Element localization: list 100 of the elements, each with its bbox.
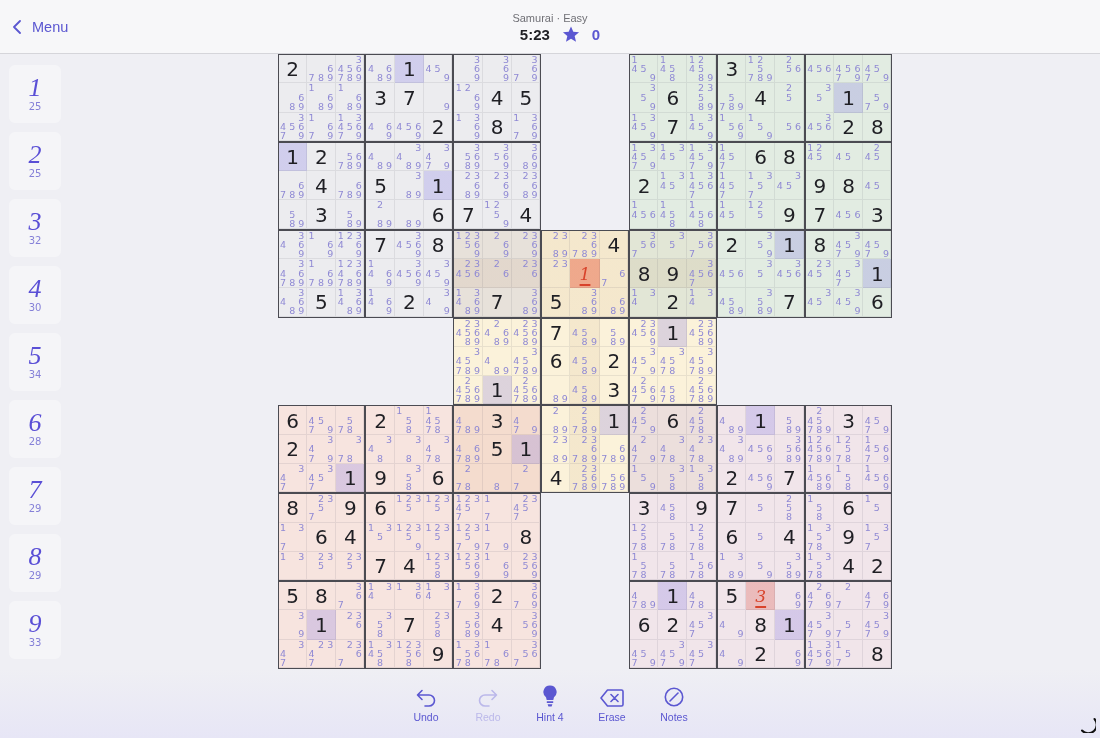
sudoku-cell[interactable]: 1 3 4 6 8 9 [453, 288, 483, 318]
sudoku-cell[interactable]: 4 5 7 9 [628, 639, 659, 669]
sudoku-cell[interactable]: 1 [658, 317, 688, 347]
sudoku-cell[interactable]: 4 5 6 7 9 [833, 54, 864, 84]
sudoku-cell[interactable]: 4 5 8 9 [570, 346, 600, 377]
sudoku-cell[interactable]: 5 8 9 [277, 200, 307, 230]
sudoku-cell[interactable]: 3 7 8 [336, 434, 366, 464]
sudoku-cell[interactable]: 2 [394, 288, 424, 318]
sudoku-cell[interactable]: 1 2 3 5 7 9 [453, 522, 483, 552]
sudoku-cell[interactable]: 2 [746, 639, 776, 669]
sudoku-cell[interactable]: 1 2 3 5 6 9 [453, 229, 483, 259]
sudoku-cell[interactable]: 2 3 6 8 9 [511, 171, 542, 201]
sudoku-cell[interactable]: 8 9 [541, 376, 571, 406]
sudoku-cell[interactable]: 2 3 5 6 7 8 9 [570, 463, 600, 494]
sudoku-cell[interactable]: 3 4 6 9 [277, 229, 307, 259]
sudoku-cell[interactable]: 6 [277, 405, 307, 435]
sudoku-cell[interactable]: 2 5 [775, 83, 805, 113]
sudoku-cell[interactable]: 3 5 9 [628, 83, 659, 113]
sudoku-cell[interactable]: 4 5 9 [423, 54, 454, 84]
sudoku-cell[interactable]: 2 8 9 [365, 200, 395, 230]
sudoku-cell[interactable]: 3 6 7 9 [511, 54, 542, 84]
sudoku-cell[interactable]: 5 7 8 [336, 405, 366, 435]
sudoku-cell[interactable]: 3 [599, 376, 629, 406]
sudoku-cell[interactable]: 2 3 6 9 [482, 171, 512, 201]
sudoku-cell[interactable]: 3 4 5 6 7 9 [277, 112, 307, 142]
sudoku-cell[interactable]: 4 5 7 9 [863, 54, 893, 84]
sudoku-cell[interactable]: 3 4 5 7 [687, 610, 717, 640]
sudoku-cell[interactable]: 1 4 5 [716, 200, 747, 230]
sudoku-cell[interactable]: 3 4 5 9 [833, 288, 864, 318]
sudoku-cell[interactable]: 1 [277, 141, 307, 172]
sudoku-cell[interactable]: 7 [541, 317, 571, 347]
sudoku-cell[interactable]: 3 4 5 7 8 9 [453, 346, 483, 377]
sudoku-cell[interactable]: 7 [658, 112, 688, 142]
sudoku-cell[interactable]: 5 [306, 288, 337, 318]
sudoku-cell[interactable]: 1 [306, 610, 337, 640]
sudoku-cell[interactable]: 1 4 5 6 9 [863, 463, 893, 494]
sudoku-cell[interactable]: 1 [775, 229, 805, 259]
sudoku-cell[interactable]: 4 5 7 9 [306, 405, 337, 435]
sudoku-cell[interactable]: 4 6 7 8 9 [453, 434, 483, 464]
sudoku-cell[interactable]: 3 6 8 9 [511, 288, 542, 318]
sudoku-cell[interactable]: 1 2 5 7 8 [687, 522, 717, 552]
sudoku-cell[interactable]: 1 3 4 5 [658, 141, 688, 172]
sudoku-cell[interactable]: 3 [482, 405, 512, 435]
sudoku-cell[interactable]: 2 4 5 [863, 141, 893, 172]
sudoku-cell[interactable]: 1 2 3 4 5 7 [453, 493, 483, 523]
sudoku-cell[interactable]: 2 [277, 434, 307, 464]
sudoku-cell[interactable]: 1 4 5 6 7 9 [863, 434, 893, 464]
sudoku-cell[interactable]: 7 [394, 83, 424, 113]
sudoku-cell[interactable]: 1 3 4 [687, 288, 717, 318]
sudoku-cell[interactable]: 1 2 5 7 8 [628, 522, 659, 552]
sudoku-cell[interactable]: 3 5 6 8 9 [775, 434, 805, 464]
sudoku-cell[interactable]: 3 5 9 [746, 229, 776, 259]
sudoku-cell[interactable]: 1 5 8 [804, 493, 834, 523]
sudoku-cell[interactable]: 4 5 6 [804, 54, 834, 84]
sudoku-cell[interactable]: 3 [306, 200, 337, 230]
sudoku-cell[interactable]: 2 4 5 6 7 8 9 [453, 376, 483, 406]
sudoku-cell[interactable]: 1 3 4 [365, 581, 395, 611]
sudoku-cell[interactable]: 1 [423, 171, 454, 201]
sudoku-cell[interactable]: 4 6 8 9 [365, 54, 395, 84]
sudoku-cell[interactable]: 6 [541, 346, 571, 377]
sudoku-cell[interactable]: 6 [833, 493, 864, 523]
sudoku-cell[interactable]: 3 [716, 54, 747, 84]
sudoku-cell[interactable]: 5 7 9 [863, 83, 893, 113]
sudoku-cell[interactable]: 4 [746, 83, 776, 113]
sudoku-cell[interactable]: 2 4 5 6 7 9 [628, 376, 659, 406]
sudoku-cell[interactable]: 3 4 5 6 7 [687, 258, 717, 289]
sudoku-cell[interactable]: 8 [863, 112, 893, 142]
sudoku-cell[interactable]: 2 4 5 7 8 9 [804, 405, 834, 435]
sudoku-cell[interactable]: 1 [570, 258, 600, 289]
sudoku-cell[interactable]: 7 [775, 288, 805, 318]
sudoku-cell[interactable]: 3 5 [804, 83, 834, 113]
sudoku-cell[interactable]: 1 3 4 [628, 288, 659, 318]
sudoku-cell[interactable]: 5 [511, 83, 542, 113]
sudoku-cell[interactable]: 2 [482, 581, 512, 611]
sudoku-cell[interactable]: 4 7 8 [687, 581, 717, 611]
sudoku-cell[interactable]: 2 3 6 7 8 9 [570, 434, 600, 464]
sudoku-cell[interactable]: 1 3 5 7 [746, 171, 776, 201]
sudoku-cell[interactable]: 3 4 5 6 [775, 258, 805, 289]
sudoku-cell[interactable]: 4 5 8 [658, 493, 688, 523]
number-key[interactable]: 3 32 [9, 199, 61, 257]
sudoku-cell[interactable]: 2 4 6 7 9 [804, 581, 834, 611]
sudoku-cell[interactable]: 6 [658, 83, 688, 113]
sudoku-cell[interactable]: 1 5 9 [746, 112, 776, 142]
sudoku-cell[interactable]: 1 7 [482, 493, 512, 523]
sudoku-cell[interactable]: 1 5 7 8 [628, 551, 659, 582]
sudoku-cell[interactable]: 4 [541, 463, 571, 494]
sudoku-cell[interactable]: 3 4 5 6 7 8 9 [336, 54, 366, 84]
sudoku-cell[interactable]: 2 5 7 8 9 [570, 405, 600, 435]
sudoku-cell[interactable]: 2 3 4 7 8 [687, 434, 717, 464]
sudoku-cell[interactable]: 8 [277, 493, 307, 523]
sudoku-cell[interactable]: 3 4 5 7 8 [658, 346, 688, 377]
sudoku-cell[interactable]: 2 3 6 7 8 9 [570, 229, 600, 259]
sudoku-cell[interactable]: 3 5 6 8 9 [453, 610, 483, 640]
sudoku-cell[interactable]: 3 4 7 [277, 463, 307, 494]
sudoku-cell[interactable]: 5 7 8 [658, 551, 688, 582]
number-key[interactable]: 5 34 [9, 333, 61, 391]
sudoku-cell[interactable]: 2 [658, 288, 688, 318]
sudoku-cell[interactable]: 2 3 4 5 6 8 9 [687, 317, 717, 347]
sudoku-cell[interactable]: 3 4 5 [804, 288, 834, 318]
sudoku-cell[interactable]: 4 5 6 9 [746, 463, 776, 494]
